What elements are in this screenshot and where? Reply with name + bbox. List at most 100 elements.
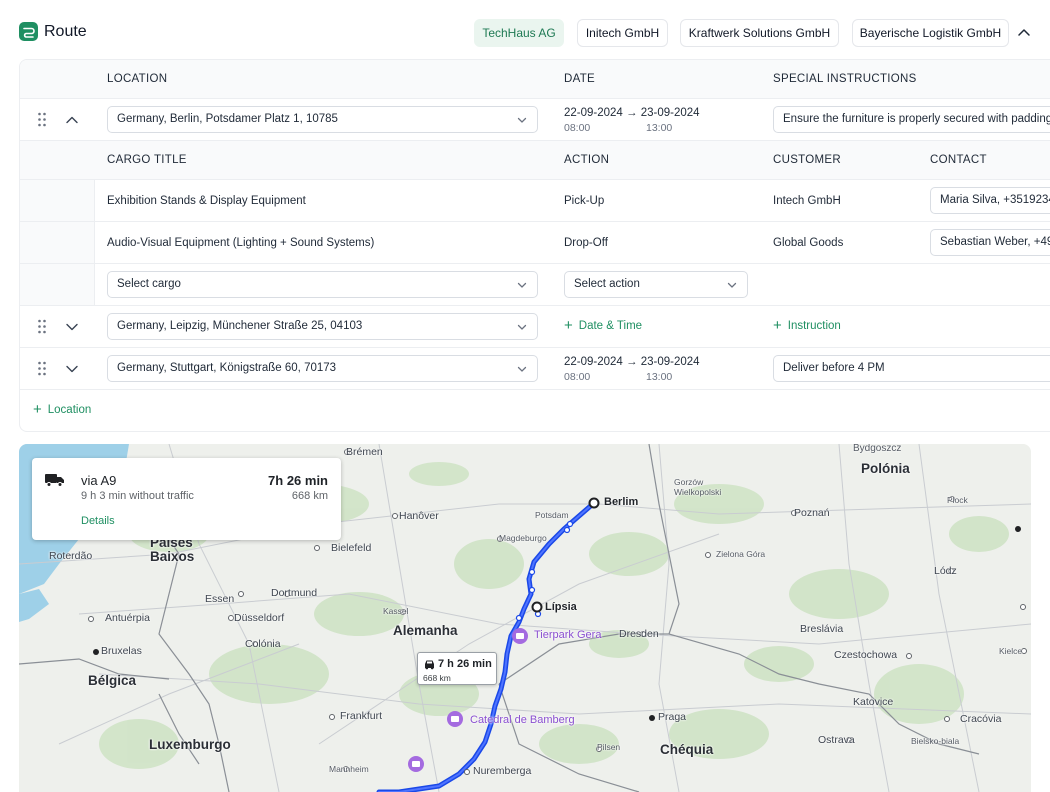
map-label-lodz: Lódz (934, 565, 957, 577)
route-details-link[interactable]: Details (81, 515, 115, 527)
column-header-contact: CONTACT (930, 154, 987, 166)
route-logo-icon (19, 22, 38, 41)
chevron-down-icon (517, 282, 527, 288)
column-header-action: ACTION (564, 154, 610, 166)
page-title: Route (44, 23, 87, 40)
map-label-zielona: Zielona Góra (716, 549, 766, 559)
map-label-bruxelas: Bruxelas (101, 645, 142, 657)
chevron-down-icon[interactable] (65, 320, 79, 334)
chevron-down-icon (517, 366, 527, 372)
tab-kraftwerk[interactable]: Kraftwerk Solutions GmbH (680, 19, 839, 47)
time-end: 13:00 (646, 122, 673, 134)
chevron-up-icon[interactable] (65, 113, 79, 127)
map-label-polonia: Polónia (861, 461, 910, 476)
map-label-cracovia: Cracóvia (960, 713, 1002, 725)
time-start: 08:00 (564, 122, 591, 134)
cargo-header: CARGO TITLE ACTION CUSTOMER CONTACT (20, 141, 1050, 180)
route-duration-badge[interactable]: 7 h 26 min 668 km (417, 652, 497, 685)
tab-bayerische[interactable]: Bayerische Logistik GmbH (852, 19, 1009, 47)
drag-handle-icon[interactable] (37, 319, 47, 334)
map-label-pilsen: Pilsen (597, 742, 621, 752)
map-label-potsdam: Potsdam (535, 510, 569, 520)
car-icon (425, 660, 434, 670)
location-select[interactable]: Germany, Berlin, Potsdamer Platz 1, 1078… (107, 106, 538, 133)
map-label-gorzow: Gorzów Wielkopolski (674, 477, 722, 497)
map-label-breslavia: Breslávia (800, 623, 844, 635)
cargo-action: Pick-Up (564, 194, 605, 207)
map-label-alemanha: Alemanha (393, 623, 458, 638)
map-label-nuremberga: Nuremberga (473, 765, 532, 777)
time-end: 13:00 (646, 371, 673, 383)
instruction-field[interactable]: Deliver before 4 PM (773, 355, 1050, 382)
map-label-bielsko: Bielsko-biala (911, 736, 960, 746)
chevron-down-icon (517, 117, 527, 123)
contact-field[interactable]: Sebastian Weber, +4915112345678 (930, 229, 1050, 256)
map-label-hanover: Hanôver (399, 510, 439, 522)
location-value: Germany, Leipzig, Münchener Straße 25, 0… (117, 320, 363, 332)
table-header: LOCATION DATE SPECIAL INSTRUCTIONS (20, 60, 1050, 99)
select-cargo[interactable]: Select cargo (107, 271, 538, 298)
badge-duration: 7 h 26 min (438, 658, 492, 670)
map-label-kassel: Kassel (383, 606, 409, 616)
map-label-catedral[interactable]: Catedral de Bamberg (470, 714, 575, 726)
map-label-luxemburgo: Luxemburgo (149, 737, 231, 752)
column-header-cargo: CARGO TITLE (107, 154, 187, 166)
drag-handle-icon[interactable] (37, 361, 47, 376)
date-range[interactable]: 22-09-2024 → 23-09-2024 (564, 356, 700, 368)
map-label-paises-baixos: Países Baixos (150, 535, 195, 564)
tab-techhaus[interactable]: TechHaus AG (474, 19, 564, 47)
select-action[interactable]: Select action (564, 271, 748, 298)
add-instruction-label: Instruction (787, 320, 841, 332)
location-select[interactable]: Germany, Leipzig, Münchener Straße 25, 0… (107, 313, 538, 340)
cargo-action: Drop-Off (564, 236, 608, 249)
location-value: Germany, Berlin, Potsdamer Platz 1, 1078… (117, 113, 338, 125)
add-date-label: Date & Time (578, 320, 643, 332)
tab-initech[interactable]: Initech GmbH (577, 19, 668, 47)
map-label-bielefeld: Bielefeld (331, 542, 372, 554)
chevron-down-icon (727, 282, 737, 288)
select-cargo-placeholder: Select cargo (117, 278, 181, 290)
drag-handle-icon[interactable] (37, 112, 47, 127)
column-header-customer: CUSTOMER (773, 154, 841, 166)
add-date-time-button[interactable]: + Date & Time (564, 318, 643, 333)
map-label-roterdao: Roterdão (49, 550, 93, 562)
map-label-lipsia: Lípsia (545, 601, 577, 613)
select-action-placeholder: Select action (574, 278, 640, 290)
map-label-berlim: Berlim (604, 496, 639, 508)
chevron-down-icon (517, 324, 527, 330)
add-location-label: Location (47, 404, 92, 416)
instruction-field[interactable]: Ensure the furniture is properly secured… (773, 106, 1050, 133)
map-label-colonia: Colónia (245, 638, 281, 650)
stop-row-berlin: Germany, Berlin, Potsdamer Platz 1, 1078… (20, 99, 1050, 141)
header: Route TechHaus AG Initech GmbH Kraftwerk… (0, 0, 1050, 60)
chevron-up-icon[interactable] (1013, 22, 1035, 44)
stop-row-stuttgart: Germany, Stuttgart, Königstraße 60, 7017… (20, 348, 1050, 390)
contact-field[interactable]: Maria Silva, +351923456789 (930, 187, 1050, 214)
route-table: LOCATION DATE SPECIAL INSTRUCTIONS Germa… (19, 59, 1050, 432)
column-header-location: LOCATION (107, 73, 168, 85)
map-label-chequia: Chéquia (660, 742, 714, 757)
map-label-bydgoszcz: Bydgoszcz (853, 444, 902, 454)
map-label-plock: Plock (947, 495, 968, 505)
add-location-button[interactable]: + Location (33, 402, 92, 417)
location-select[interactable]: Germany, Stuttgart, Königstraße 60, 7017… (107, 355, 538, 382)
map-label-czestochowa: Czestochowa (834, 649, 898, 661)
chevron-down-icon[interactable] (65, 362, 79, 376)
cargo-row: Exhibition Stands & Display Equipment Pi… (20, 180, 1050, 222)
map-label-poznan: Poznań (794, 507, 830, 519)
route-map[interactable]: Brémen Bydgoszcz Polónia Gorzów Wielkopo… (19, 444, 1031, 792)
add-instruction-button[interactable]: + Instruction (773, 318, 841, 333)
map-label-bremen: Brémen (346, 446, 383, 458)
date-range[interactable]: 22-09-2024 → 23-09-2024 (564, 107, 700, 119)
map-label-kielce: Kielce (999, 646, 1023, 656)
cargo-row: Audio-Visual Equipment (Lighting + Sound… (20, 222, 1050, 264)
map-label-magdeburgo: Magdeburgo (499, 533, 547, 543)
map-label-mannheim: Mannheim (329, 764, 369, 774)
map-label-essen: Essen (205, 593, 235, 605)
map-label-tierpark[interactable]: Tierpark Gera (534, 629, 601, 641)
stop-row-leipzig: Germany, Leipzig, Münchener Straße 25, 0… (20, 306, 1050, 348)
column-header-instructions: SPECIAL INSTRUCTIONS (773, 73, 917, 85)
cargo-customer: Global Goods (773, 236, 844, 249)
route-without-traffic: 9 h 3 min without traffic (81, 490, 194, 502)
map-label-frankfurt: Frankfurt (340, 710, 383, 722)
